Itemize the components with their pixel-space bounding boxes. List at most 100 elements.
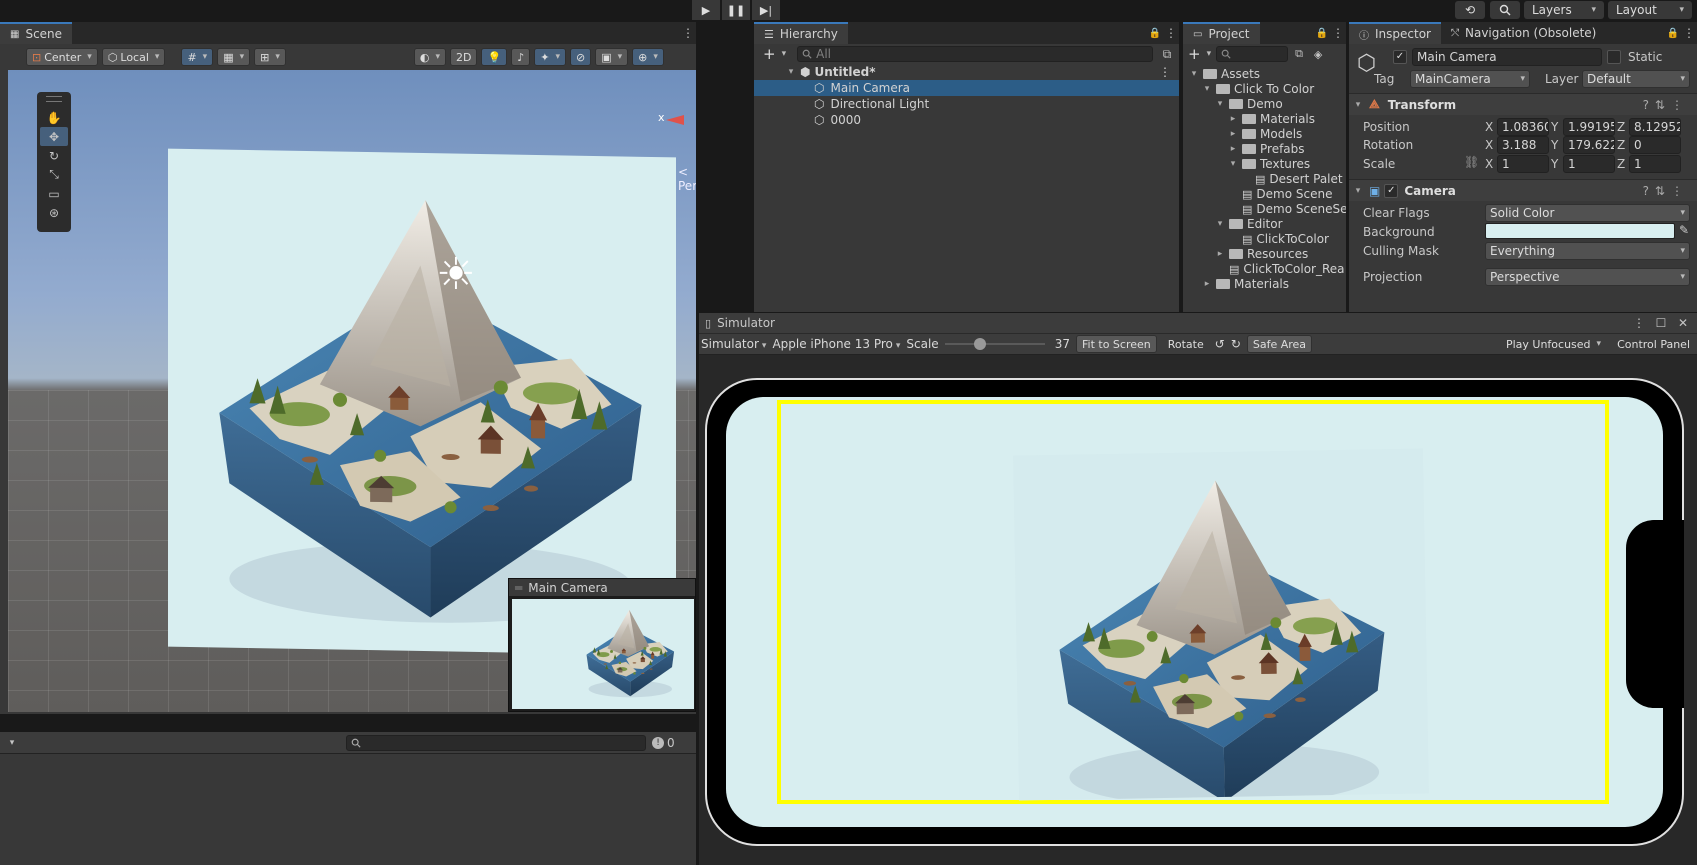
scene-viewport[interactable]: ☀ < Persp ✋ ✥ ↻ ⤡ ▭ ⊛ y x 🔒 ═ Main Camer… — [8, 70, 696, 712]
x-axis-label[interactable]: X — [1485, 120, 1493, 134]
fit-to-screen-button[interactable]: Fit to Screen — [1075, 335, 1157, 353]
more-menu-icon[interactable]: ⋮ — [680, 25, 696, 41]
z-axis-label[interactable]: Z — [1617, 157, 1625, 171]
y-axis-label[interactable]: Y — [1551, 157, 1558, 171]
console-info-count[interactable]: ! 0 — [652, 736, 675, 750]
more-menu-icon[interactable]: ⋮ — [1681, 25, 1697, 41]
tag-dropdown[interactable]: MainCamera — [1410, 70, 1530, 88]
scale-x-field[interactable]: 1 — [1497, 155, 1549, 173]
history-button[interactable]: ⟲ — [1455, 1, 1485, 19]
rotate-tool-icon[interactable]: ↻ — [40, 146, 68, 165]
z-axis-label[interactable]: Z — [1617, 138, 1625, 152]
pivot-dropdown[interactable]: ⊡ Center — [26, 48, 98, 66]
static-checkbox[interactable] — [1607, 50, 1621, 64]
more-menu-icon[interactable]: ⋮ — [1330, 25, 1346, 41]
persp-label[interactable]: < Persp — [678, 165, 696, 193]
scale-tool-icon[interactable]: ⤡ — [40, 165, 68, 184]
chevron-down-icon[interactable]: ▾ — [1215, 99, 1225, 109]
project-search-input[interactable] — [1216, 46, 1289, 62]
more-menu-icon[interactable]: ⋮ — [1163, 25, 1179, 41]
y-axis-label[interactable]: Y — [1551, 120, 1558, 134]
hierarchy-item[interactable]: ⬡ Directional Light — [754, 96, 1179, 112]
rotate-right-icon[interactable]: ↻ — [1231, 337, 1241, 351]
directional-light-gizmo[interactable]: ☀ — [433, 252, 479, 298]
project-folder-item[interactable]: ▾ Click To Color — [1202, 81, 1314, 97]
transform-tool-icon[interactable]: ⊛ — [40, 203, 68, 222]
tab-inspector[interactable]: ⓘ Inspector — [1349, 22, 1441, 44]
pause-button[interactable]: ❚❚ — [722, 0, 750, 20]
device-screen[interactable] — [726, 397, 1663, 827]
object-name-input[interactable]: Main Camera — [1412, 48, 1602, 66]
project-folder-item[interactable]: ▾ Demo — [1215, 96, 1283, 112]
create-button[interactable]: + — [758, 45, 791, 63]
lock-icon[interactable]: 🔒 — [1314, 25, 1330, 41]
hierarchy-item[interactable]: ⬡ 0000 — [754, 112, 1179, 128]
lock-icon[interactable]: 🔒 — [1665, 25, 1681, 41]
console-search-input[interactable] — [346, 734, 646, 751]
active-checkbox[interactable]: ✓ — [1393, 50, 1407, 64]
project-folder-item[interactable]: ▸ Models — [1228, 126, 1303, 142]
y-axis-label[interactable]: Y — [1551, 138, 1558, 152]
play-mode-dropdown[interactable]: Play Unfocused — [1501, 335, 1606, 353]
chevron-down-icon[interactable]: ▾ — [1353, 186, 1363, 196]
search-button[interactable] — [1490, 1, 1520, 19]
chevron-right-icon[interactable]: ▸ — [1228, 144, 1238, 154]
clear-flags-dropdown[interactable]: Solid Color — [1485, 204, 1690, 222]
rotation-y-field[interactable]: 179.622 — [1563, 136, 1615, 154]
draw-mode-dropdown[interactable]: ◐ — [413, 48, 447, 66]
chevron-down-icon[interactable]: ▾ — [786, 67, 796, 77]
safe-area-toggle[interactable]: Safe Area — [1246, 335, 1313, 353]
project-folder-item[interactable]: ▸ Materials — [1228, 111, 1315, 127]
search-options-icon[interactable]: ⧉ — [1159, 46, 1175, 62]
chevron-right-icon[interactable]: ▸ — [1202, 279, 1212, 289]
more-menu-icon[interactable]: ⋮ — [1631, 315, 1647, 331]
tab-hierarchy[interactable]: ☰ Hierarchy — [754, 22, 848, 44]
drag-handle-icon[interactable]: ═ — [515, 581, 522, 595]
project-asset-item[interactable]: ▤ ClickToColor_Rea — [1215, 261, 1345, 277]
rotation-x-field[interactable]: 3.188 — [1497, 136, 1549, 154]
tab-project[interactable]: ▭ Project — [1183, 22, 1260, 44]
grid-snap-button[interactable]: # — [181, 48, 214, 66]
project-folder-item[interactable]: ▸ Resources — [1215, 246, 1309, 262]
rotation-z-field[interactable]: 0 — [1629, 136, 1681, 154]
rotate-button[interactable]: Rotate — [1163, 335, 1209, 353]
project-folder-item[interactable]: ▾ Textures — [1228, 156, 1310, 172]
transform-header[interactable]: ▾ ⟁ Transform ?⇅⋮ — [1349, 93, 1697, 115]
filter-type-icon[interactable]: ⧉ — [1291, 46, 1307, 62]
project-asset-item[interactable]: ▤ Demo Scene — [1228, 186, 1332, 202]
camera-enabled-checkbox[interactable]: ✓ — [1384, 183, 1399, 198]
link-scale-icon[interactable]: ⛓ — [1464, 155, 1479, 169]
layout-dropdown[interactable]: Layout — [1608, 1, 1692, 19]
maximize-icon[interactable]: ☐ — [1653, 315, 1669, 331]
x-axis-label[interactable]: X — [1485, 138, 1493, 152]
component-menu-icons[interactable]: ?⇅⋮ — [1643, 98, 1689, 112]
chevron-right-icon[interactable]: ▸ — [1215, 249, 1225, 259]
project-asset-item[interactable]: ▤ Desert Palet — [1241, 171, 1343, 187]
lighting-toggle[interactable]: 💡 — [481, 48, 508, 66]
background-color-swatch[interactable] — [1485, 223, 1675, 239]
audio-toggle[interactable]: ♪ — [511, 48, 531, 66]
project-folder-item[interactable]: ▾ Assets — [1189, 66, 1260, 82]
control-panel-button[interactable]: Control Panel — [1612, 335, 1695, 353]
scene-more-icon[interactable]: ⋮ — [1159, 65, 1171, 79]
mode-2d-button[interactable]: 2D — [450, 48, 478, 66]
layers-dropdown[interactable]: Layers — [1524, 1, 1604, 19]
gizmos-dropdown[interactable]: ⊕ — [632, 48, 664, 66]
space-dropdown[interactable]: ⬡ Local — [101, 48, 166, 66]
tab-scene[interactable]: ▦ Scene — [0, 22, 73, 44]
camera-header[interactable]: ▾ ▣ ✓ Camera ?⇅⋮ — [1349, 179, 1697, 201]
position-x-field[interactable]: 1.08360 — [1497, 118, 1549, 136]
position-y-field[interactable]: 1.99195 — [1563, 118, 1615, 136]
rotate-left-icon[interactable]: ↺ — [1215, 337, 1225, 351]
scale-y-field[interactable]: 1 — [1563, 155, 1615, 173]
scene-root-row[interactable]: ▾ ⬢ Untitled* ⋮ — [754, 64, 1179, 80]
scale-slider-thumb[interactable] — [973, 338, 986, 350]
play-button[interactable]: ▶ — [692, 0, 720, 20]
position-z-field[interactable]: 8.12952 — [1629, 118, 1681, 136]
hierarchy-search-input[interactable]: All — [797, 46, 1153, 62]
chevron-down-icon[interactable]: ▾ — [1189, 69, 1199, 79]
project-folder-item[interactable]: ▸ Prefabs — [1228, 141, 1305, 157]
z-axis-label[interactable]: Z — [1617, 120, 1625, 134]
chevron-right-icon[interactable]: ▸ — [1228, 129, 1238, 139]
component-menu-icons[interactable]: ?⇅⋮ — [1643, 184, 1689, 198]
